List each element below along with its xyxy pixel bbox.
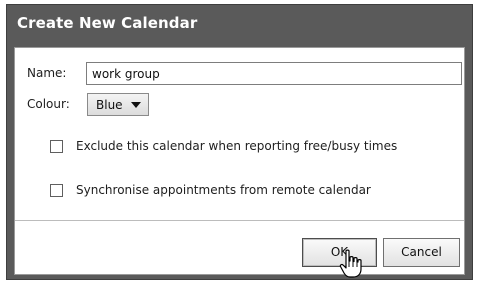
- synchronise-label[interactable]: Synchronise appointments from remote cal…: [76, 183, 371, 197]
- button-divider: [15, 220, 464, 221]
- synchronise-checkbox[interactable]: [50, 184, 63, 197]
- colour-select[interactable]: Blue: [87, 93, 149, 116]
- cancel-button[interactable]: Cancel: [383, 238, 460, 267]
- dialog-title: Create New Calendar: [17, 14, 198, 32]
- colour-select-value: Blue: [96, 98, 123, 112]
- create-calendar-dialog: Create New Calendar Name: Colour: Blue E…: [6, 4, 473, 280]
- exclude-free-busy-checkbox[interactable]: [50, 140, 63, 153]
- name-field[interactable]: [86, 62, 462, 85]
- hand-pointer-icon: [339, 249, 362, 278]
- name-label: Name:: [27, 66, 67, 80]
- colour-label: Colour:: [27, 97, 70, 111]
- exclude-free-busy-label[interactable]: Exclude this calendar when reporting fre…: [76, 139, 397, 153]
- triangle-down-icon: [131, 102, 141, 108]
- dialog-body: Name: Colour: Blue Exclude this calendar…: [14, 47, 465, 275]
